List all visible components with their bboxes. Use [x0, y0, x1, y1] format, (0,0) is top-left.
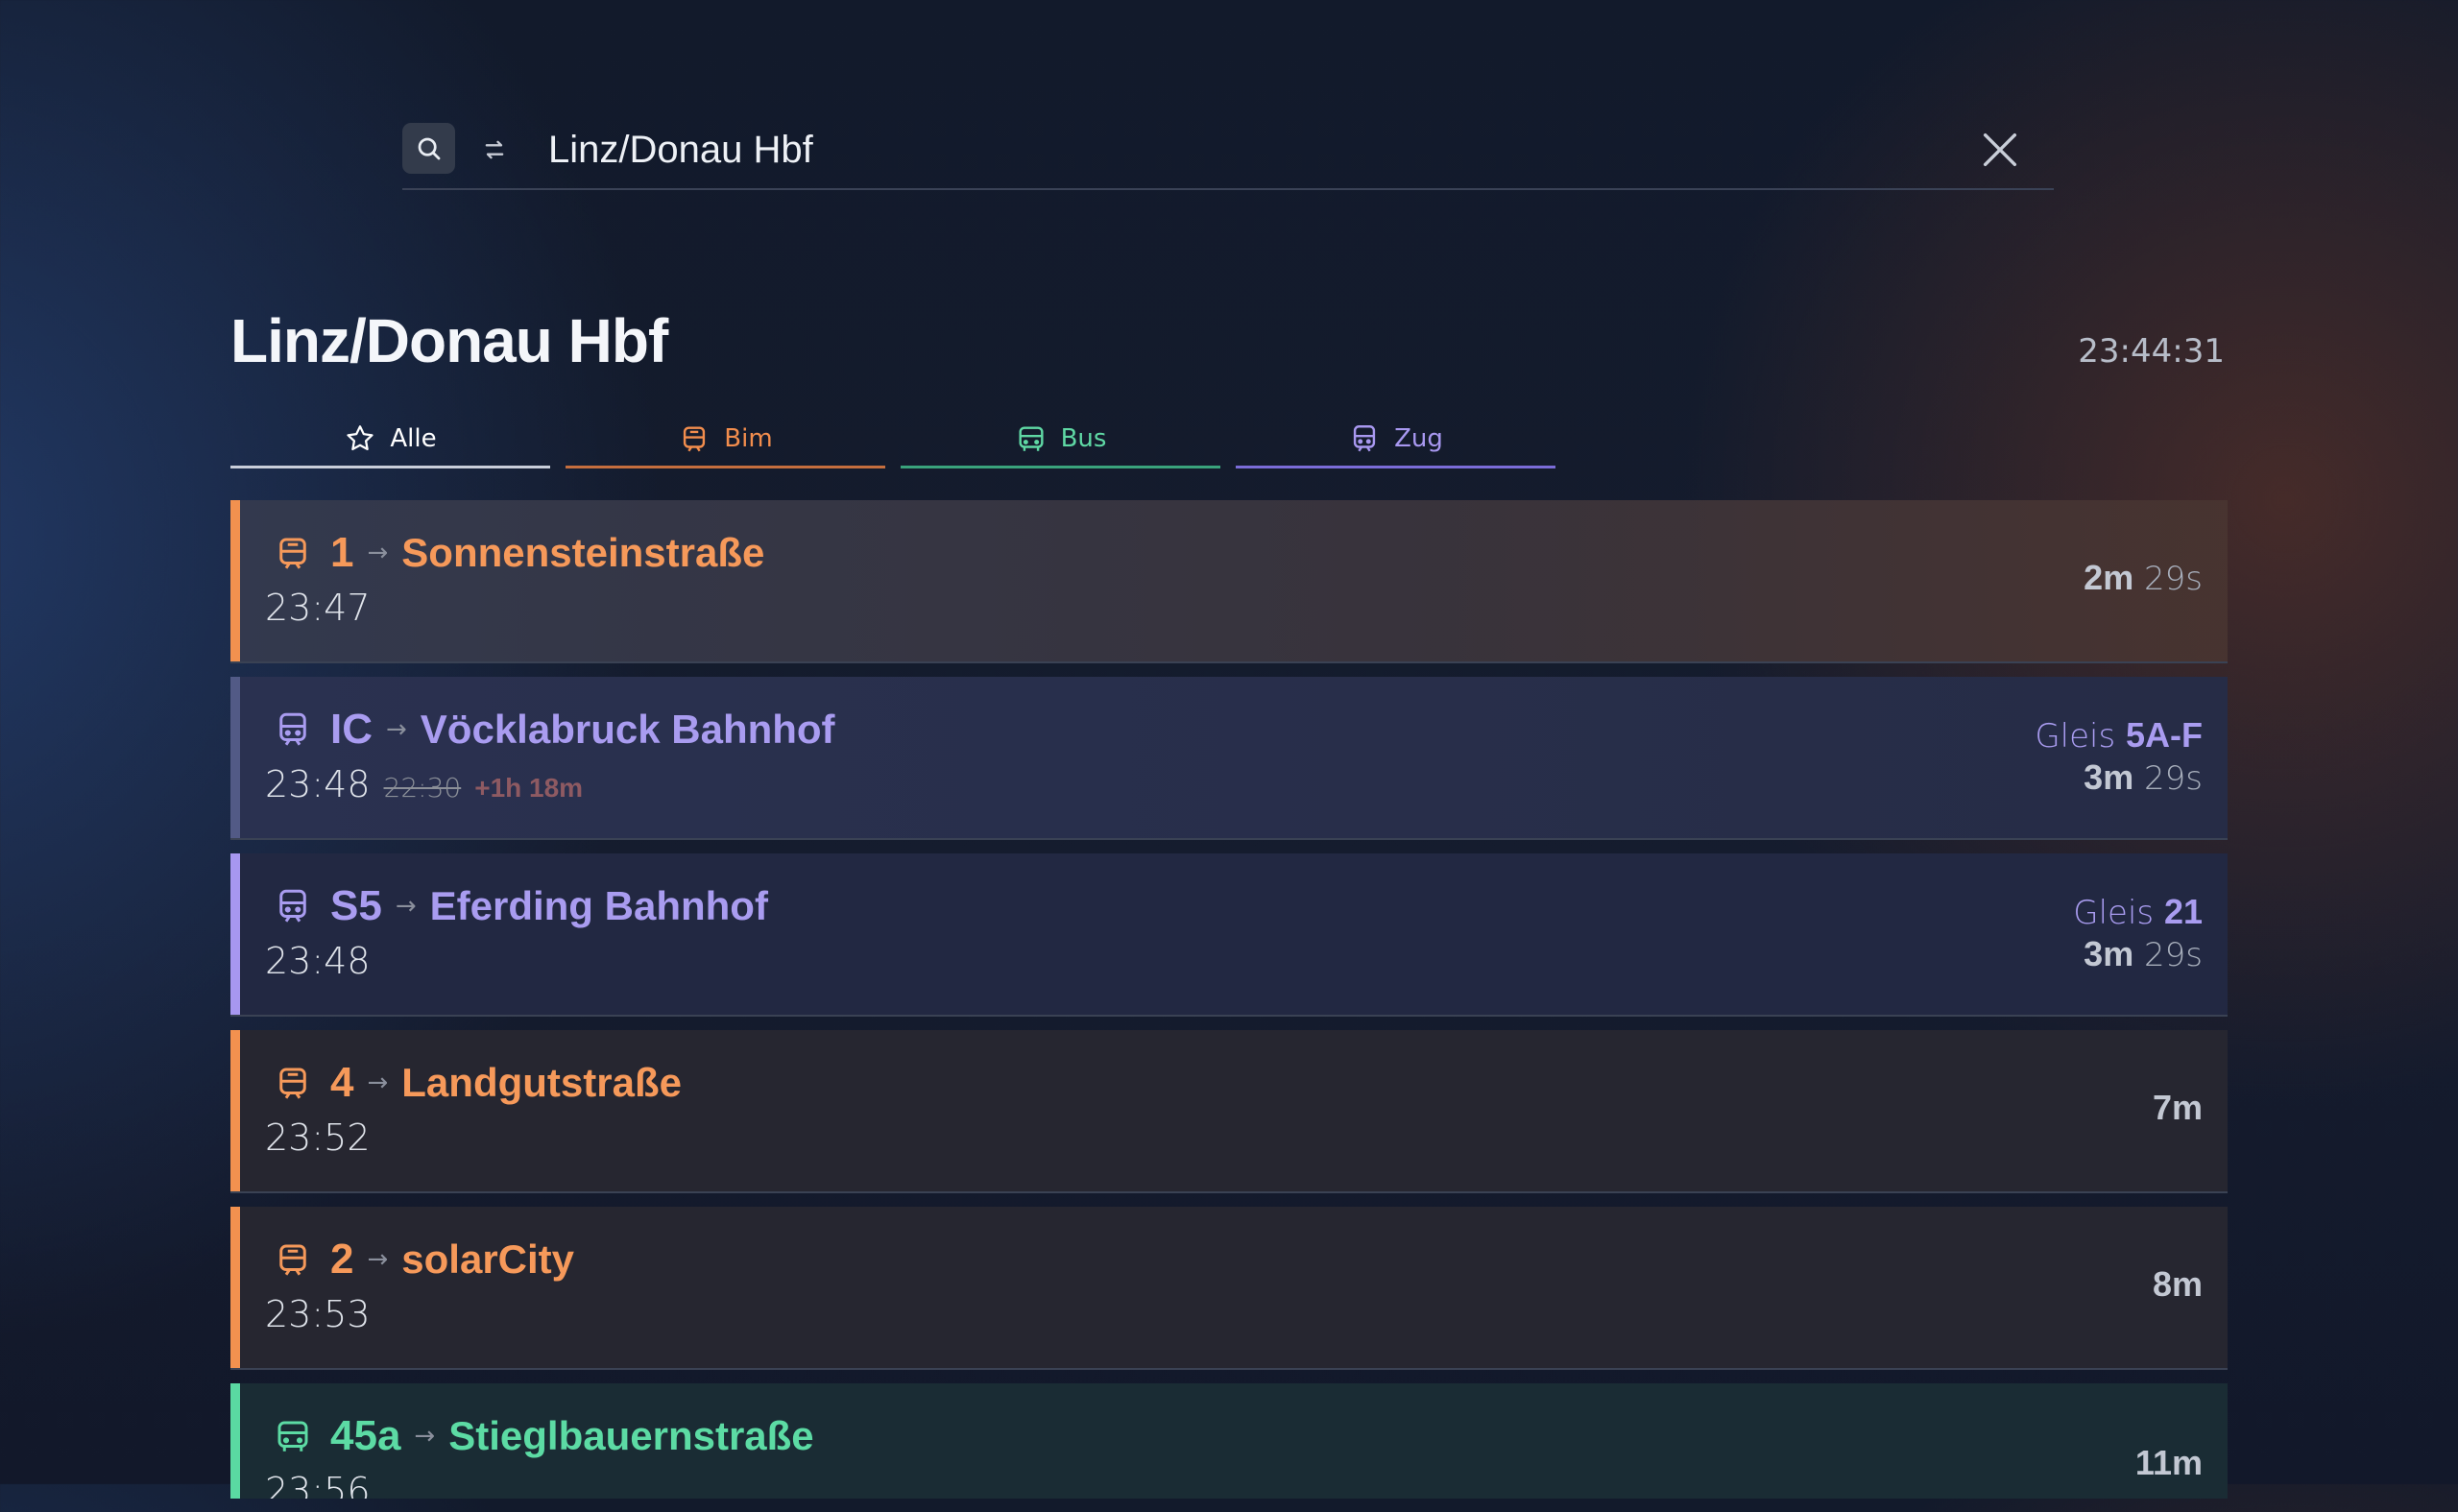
countdown: 2m 29s — [2084, 558, 2203, 598]
search-input[interactable] — [548, 123, 1796, 177]
departure-row[interactable]: S5 → Eferding Bahnhof 23:48 Gleis 21 3m … — [230, 853, 2228, 1017]
departure-row[interactable]: 4 → Landgutstraße 23:52 7m — [230, 1030, 2228, 1193]
platform: Gleis 21 — [2073, 892, 2203, 932]
destination: Stieglbauernstraße — [448, 1413, 814, 1458]
countdown-box: Gleis 5A-F 3m 29s — [2035, 715, 2203, 798]
departure-row[interactable]: 1 → Sonnensteinstraße 23:47 2m 29s — [230, 500, 2228, 663]
countdown: 8m — [2152, 1264, 2203, 1304]
arrow-icon: → — [367, 1068, 389, 1097]
tab-label: Bim — [724, 423, 773, 453]
mode-accent — [230, 853, 240, 1015]
close-icon[interactable] — [1975, 125, 2025, 175]
destination: solarCity — [401, 1236, 575, 1282]
platform: Gleis 5A-F — [2035, 715, 2203, 756]
train-icon — [279, 712, 306, 746]
arrow-icon: → — [367, 539, 389, 567]
train-icon — [1353, 424, 1376, 451]
departure-time: 23:48 — [265, 940, 371, 982]
countdown-box: 7m — [2153, 1086, 2203, 1128]
tab-alle[interactable]: Alle — [230, 411, 550, 468]
departure-time: 23:56 — [265, 1470, 371, 1499]
page-title: Linz/Donau Hbf — [230, 306, 668, 375]
departure-row[interactable]: 2 → solarCity 23:53 8m — [230, 1207, 2228, 1370]
departure-line: 2 → solarCity — [273, 1230, 574, 1289]
destination: Sonnensteinstraße — [401, 530, 765, 575]
departure-row[interactable]: IC → Vöcklabruck Bahnhof 23:48 22:30 +1h… — [230, 677, 2228, 840]
countdown-box: 8m — [2153, 1262, 2203, 1305]
scheduled-time: 22:30 — [383, 772, 462, 804]
countdown: 7m — [2152, 1088, 2203, 1127]
swap-icon[interactable] — [475, 131, 514, 169]
line-number: 45a — [330, 1412, 401, 1459]
star-icon — [347, 424, 374, 450]
line-number: IC — [330, 706, 373, 753]
train-icon — [279, 889, 306, 923]
line-number: 2 — [330, 1236, 354, 1283]
tab-bus[interactable]: Bus — [901, 411, 1220, 468]
mode-accent — [230, 1383, 240, 1499]
search-icon — [418, 137, 440, 159]
countdown-box: 11m — [2135, 1441, 2203, 1483]
tab-label: Zug — [1394, 423, 1443, 453]
line-number: 1 — [330, 529, 354, 576]
arrow-icon: → — [395, 892, 417, 921]
filter-tabs: Alle Bim Bus Zug — [230, 411, 1555, 470]
mode-accent — [230, 1030, 240, 1191]
tram-icon — [684, 425, 706, 451]
destination: Vöcklabruck Bahnhof — [420, 707, 835, 752]
mode-accent — [230, 677, 240, 838]
line-number: 4 — [330, 1059, 354, 1106]
countdown-box: Gleis 21 3m 29s — [2073, 892, 2203, 974]
search-bar — [402, 123, 2054, 190]
departure-time: 23:47 — [265, 587, 371, 629]
arrow-icon: → — [414, 1422, 436, 1451]
destination: Eferding Bahnhof — [429, 883, 768, 928]
destination: Landgutstraße — [401, 1060, 682, 1105]
mode-accent — [230, 1207, 240, 1368]
countdown-box: 2m 29s — [2084, 556, 2203, 598]
delay-badge: +1h 18m — [474, 773, 584, 803]
departure-time: 23:53 — [265, 1293, 371, 1335]
countdown: 11m — [2134, 1443, 2203, 1482]
departure-line: 4 → Landgutstraße — [273, 1053, 682, 1113]
clock: 23:44:31 — [2078, 332, 2225, 371]
arrow-icon: → — [386, 715, 407, 744]
departure-row[interactable]: 45a → Stieglbauernstraße 23:56 11m — [230, 1383, 2228, 1499]
line-number: S5 — [330, 882, 382, 929]
bus-icon — [277, 1421, 308, 1452]
departure-time: 23:48 22:30 +1h 18m — [265, 763, 584, 805]
search-button[interactable] — [402, 123, 455, 174]
tab-zug[interactable]: Zug — [1236, 411, 1555, 468]
departure-line: 1 → Sonnensteinstraße — [273, 523, 764, 583]
tram-icon — [279, 538, 306, 569]
mode-accent — [230, 500, 240, 661]
departure-time: 23:52 — [265, 1116, 371, 1159]
tab-label: Alle — [390, 423, 437, 453]
countdown: 3m 29s — [2084, 757, 2203, 798]
departure-list: 1 → Sonnensteinstraße 23:47 2m 29s IC → … — [230, 500, 2228, 1512]
tram-icon — [279, 1068, 306, 1099]
tab-bim[interactable]: Bim — [566, 411, 885, 468]
bus-icon — [1019, 425, 1044, 451]
departure-line: S5 → Eferding Bahnhof — [273, 876, 768, 936]
countdown: 3m 29s — [2084, 934, 2203, 974]
arrow-icon: → — [367, 1245, 389, 1274]
tram-icon — [279, 1244, 306, 1276]
tab-label: Bus — [1060, 423, 1107, 453]
departure-line: IC → Vöcklabruck Bahnhof — [273, 700, 835, 759]
departure-line: 45a → Stieglbauernstraße — [273, 1406, 814, 1466]
